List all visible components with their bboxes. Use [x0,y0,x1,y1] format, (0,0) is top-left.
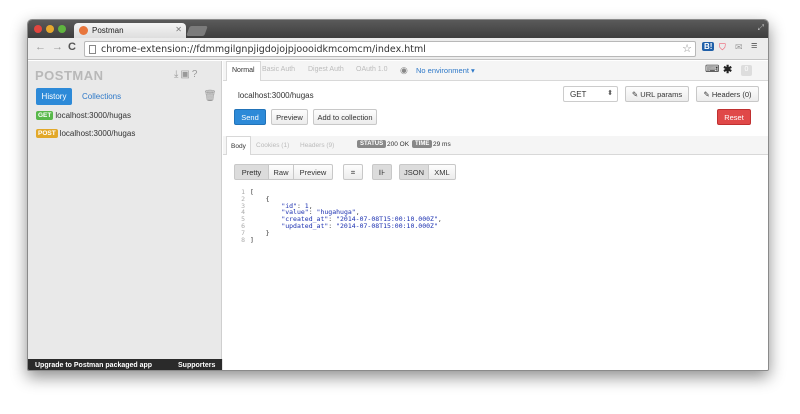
method-badge-get: GET [36,111,54,120]
address-bar-url: chrome-extension://fdmmgilgnpjigdojojpjo… [101,44,426,55]
reload-icon[interactable]: C [68,41,76,53]
method-badge-post: POST [36,129,58,138]
notification-badge[interactable]: 0 [741,65,752,76]
method-select[interactable]: GET ⬍ [563,86,618,102]
time-value: 29 ms [433,141,451,148]
wrap-lines-icon[interactable]: ⊪ [372,164,392,180]
settings-tool-icon[interactable]: ✱ [723,63,732,76]
tab-strip: Postman ✕ ⤢ [28,20,768,38]
help-icon[interactable]: ? [192,69,198,80]
request-url-input[interactable] [234,87,559,103]
tab-cookies[interactable]: Cookies (1) [256,142,289,149]
headers-button[interactable]: ✎ Headers (0) [696,86,759,102]
history-item-url: localhost:3000/hugas [55,111,131,120]
reset-button[interactable]: Reset [717,109,751,125]
history-item[interactable]: POST localhost:3000/hugas [36,129,135,138]
method-select-value: GET [570,90,587,99]
tab-basic-auth[interactable]: Basic Auth [262,66,295,73]
sidebar-footer: Upgrade to Postman packaged app Supporte… [28,359,222,370]
upgrade-link[interactable]: Upgrade to Postman packaged app [35,362,152,369]
close-window-button[interactable] [34,25,42,33]
fullscreen-response-icon[interactable]: ⌗ [343,164,363,180]
tab-oauth[interactable]: OAuth 1.0 [356,66,388,73]
raw-button[interactable]: Raw [268,164,294,180]
zoom-window-button[interactable] [58,25,66,33]
tab-response-headers[interactable]: Headers (9) [300,142,334,149]
add-to-collection-button[interactable]: Add to collection [313,109,377,125]
url-params-button[interactable]: ✎ URL params [625,86,689,102]
response-preview-button[interactable]: Preview [293,164,333,180]
bookmark-star-icon[interactable]: ☆ [682,42,692,55]
url-params-label: URL params [640,90,683,99]
sidebar: POSTMAN ⤓ ▣? History Collections 🗑 GET loc… [28,61,222,370]
status-value: 200 OK [387,141,410,148]
app-content: POSTMAN ⤓ ▣? History Collections 🗑 GET loc… [28,61,768,370]
close-tab-icon[interactable]: ✕ [175,25,182,34]
new-tab-button[interactable] [186,26,208,36]
edit-icon: ✎ [631,90,639,99]
xml-button[interactable]: XML [428,164,456,180]
json-updated-at: "2014-07-08T15:00:10.000Z" [336,221,438,230]
page-icon [89,45,96,54]
line-numbers: 1 2 3 4 5 6 7 8 [234,189,245,243]
twitter-icon[interactable]: ▣ [180,69,189,80]
status-label: STATUS [357,140,387,148]
select-arrows-icon: ⬍ [607,90,613,97]
json-code: [ { "id": 1, "value": "hugahuga", "creat… [250,188,442,244]
preview-button[interactable]: Preview [271,109,308,125]
hatena-bookmark-icon[interactable]: B! [702,42,715,51]
browser-toolbar: ← → C chrome-extension://fdmmgilgnpjigdo… [28,38,768,60]
fullscreen-icon[interactable]: ⤢ [758,23,764,33]
json-button[interactable]: JSON [399,164,429,180]
sidebar-icons: ⤓ ▣? [174,69,199,80]
history-item[interactable]: GET localhost:3000/hugas [36,111,131,120]
trash-icon[interactable]: 🗑 [203,89,217,102]
environment-label: No environment [416,66,469,75]
send-button[interactable]: Send [234,109,266,125]
environment-select[interactable]: No environment ▾ [416,66,475,75]
postman-favicon-icon [79,26,88,35]
tab-body[interactable]: Body [226,136,251,155]
address-bar[interactable]: chrome-extension://fdmmgilgnpjigdojojpjo… [84,41,696,57]
mail-icon[interactable]: ✉ [735,42,743,53]
tab-normal[interactable]: Normal [226,61,261,81]
keyboard-icon[interactable]: ⌨ [705,64,719,75]
menu-icon[interactable]: ≡ [751,40,757,52]
eye-icon: ◉ [400,65,408,75]
pretty-button[interactable]: Pretty [234,164,269,180]
headers-label: Headers (0) [711,90,752,99]
minimize-window-button[interactable] [46,25,54,33]
tab-digest-auth[interactable]: Digest Auth [308,66,344,73]
main-panel: Normal Basic Auth Digest Auth OAuth 1.0 … [223,61,768,370]
back-arrow-icon[interactable]: ← [35,41,46,53]
supporters-link[interactable]: Supporters [178,362,215,369]
browser-tab-title: Postman [92,26,124,35]
line-number: 8 [241,235,245,244]
download-icon[interactable]: ⤓ [174,69,178,80]
browser-window: Postman ✕ ⤢ ← → C chrome-extension://fdm… [27,19,769,371]
response-tabs: Body Cookies (1) Headers (9) STATUS 200 … [223,136,768,155]
postman-logo: POSTMAN [35,68,104,83]
tab-history[interactable]: History [36,88,72,105]
time-label: TIME [412,140,433,148]
pocket-icon[interactable]: ⛉ [719,42,726,53]
request-auth-tabs: Normal Basic Auth Digest Auth OAuth 1.0 … [223,61,768,81]
browser-tab[interactable]: Postman ✕ [74,23,186,38]
response-body[interactable]: 1 2 3 4 5 6 7 8 [ { "id": 1, "value": "h… [234,189,754,249]
history-item-url: localhost:3000/hugas [59,129,136,138]
forward-arrow-icon[interactable]: → [52,41,63,53]
edit-icon: ✎ [703,90,710,99]
tab-collections[interactable]: Collections [82,92,121,101]
